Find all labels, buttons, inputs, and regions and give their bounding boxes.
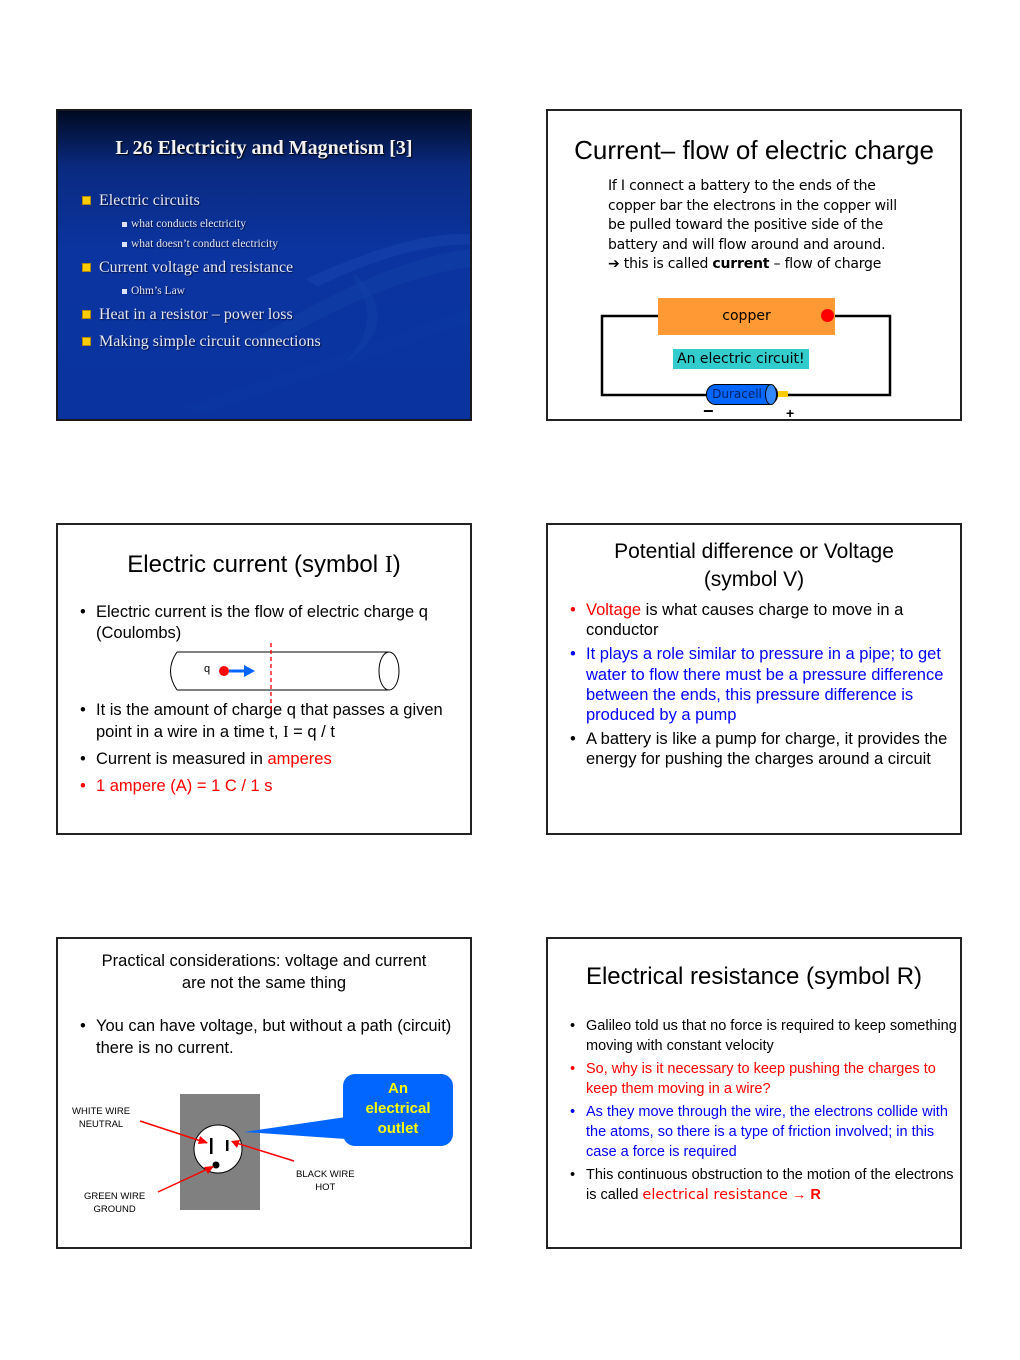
- outline-item: Heat in a resistor – power loss: [82, 301, 321, 328]
- slide-3-electric-current: Electric current (symbol I) Electric cur…: [56, 523, 472, 835]
- battery: Duracell: [706, 384, 778, 405]
- outline-subitem: what conducts electricity: [82, 214, 321, 234]
- outline-subitem-text: what conducts electricity: [131, 218, 246, 230]
- outline-item-text: Electric circuits: [99, 191, 200, 209]
- bullet-item: This continuous obstruction to the motio…: [564, 1165, 960, 1205]
- slide-title: L 26 Electricity and Magnetism [3]: [115, 137, 413, 159]
- bullet-item: A battery is like a pump for charge, it …: [564, 729, 960, 769]
- battery-terminal: [778, 391, 788, 397]
- title-line: (symbol V): [703, 568, 805, 591]
- outline-subitem-text: Ohm’s Law: [131, 285, 185, 297]
- square-bullet-icon: [82, 196, 91, 205]
- square-bullet-icon: [82, 263, 91, 272]
- battery-label: Duracell: [712, 387, 762, 401]
- outlet-callout: An electrical outlet: [343, 1074, 453, 1146]
- white-wire-label: WHITE WIRE NEUTRAL: [72, 1106, 131, 1130]
- outline-item: Electric circuits: [82, 187, 321, 214]
- outline-subitem: what doesn’t conduct electricity: [82, 234, 321, 254]
- bullet-item: As they move through the wire, the elect…: [564, 1102, 960, 1162]
- slide-2-current: Current– flow of electric charge If I co…: [546, 109, 962, 421]
- highlight-text: Voltage: [586, 601, 642, 619]
- callout-line: electrical: [365, 1100, 431, 1117]
- outline-item: Current voltage and resistance: [82, 254, 321, 281]
- slide-title: Electrical resistance (symbol R): [585, 963, 923, 990]
- battery-cap: [765, 384, 777, 405]
- bullet-item: Voltage is what causes charge to move in…: [564, 600, 960, 640]
- bullet-item: So, why is it necessary to keep pushing …: [564, 1059, 960, 1099]
- square-bullet-icon: [82, 310, 91, 319]
- square-bullet-icon: [82, 337, 91, 346]
- slide-title: Potential difference or Voltage (symbol …: [548, 538, 960, 594]
- outline-item-text: Current voltage and resistance: [99, 258, 294, 276]
- circuit-caption: An electric circuit!: [673, 349, 809, 369]
- green-wire-label: GREEN WIRE GROUND: [84, 1191, 146, 1215]
- hot-slot: [226, 1140, 229, 1151]
- square-bullet-icon: [122, 241, 127, 247]
- square-bullet-icon: [122, 221, 127, 227]
- electron-dot-icon: [821, 309, 834, 322]
- callout-line: An: [388, 1080, 408, 1097]
- slide-1-title-slide: L 26 Electricity and Magnetism [3] Elect…: [56, 109, 472, 421]
- pipe-end: [378, 651, 400, 691]
- copper-label: copper: [722, 308, 771, 324]
- outline-list: Electric circuits what conducts electric…: [82, 187, 321, 355]
- slide-4-voltage: Potential difference or Voltage (symbol …: [546, 523, 962, 835]
- charge-dot-icon: [219, 666, 229, 676]
- wire-pipe-diagram: [170, 643, 400, 713]
- bullet-item: Galileo told us that no force is require…: [564, 1016, 960, 1056]
- charge-arrowhead: [244, 665, 255, 677]
- negative-terminal-sign: −: [703, 401, 714, 421]
- bullet-list: Galileo told us that no force is require…: [564, 1016, 960, 1205]
- title-line: Potential difference or Voltage: [614, 540, 894, 563]
- highlight-text: electrical resistance: [642, 1187, 788, 1203]
- bullet-item: It plays a role similar to pressure in a…: [564, 644, 960, 725]
- copper-bar: copper: [658, 298, 835, 335]
- callout-line: outlet: [377, 1120, 419, 1137]
- outline-item-text: Heat in a resistor – power loss: [99, 305, 293, 323]
- outline-item-text: Making simple circuit connections: [99, 332, 321, 350]
- bullet-list: Voltage is what causes charge to move in…: [564, 600, 960, 770]
- square-bullet-icon: [122, 288, 127, 294]
- outline-item: Making simple circuit connections: [82, 328, 321, 355]
- positive-terminal-sign: +: [786, 405, 795, 421]
- right-arrow-icon: →: [787, 1187, 811, 1203]
- resistance-symbol: R: [810, 1187, 821, 1203]
- black-wire-label: BLACK WIRE HOT: [296, 1169, 355, 1193]
- slide-6-resistance: Electrical resistance (symbol R) Galileo…: [546, 937, 962, 1249]
- charge-label: q: [204, 663, 211, 675]
- outline-subitem: Ohm’s Law: [82, 281, 321, 301]
- circuit-wire-diagram: [600, 314, 892, 397]
- slide-5-practical-considerations: Practical considerations: voltage and cu…: [56, 937, 472, 1249]
- ground-hole: [212, 1161, 220, 1169]
- outline-subitem-text: what doesn’t conduct electricity: [131, 238, 279, 250]
- neutral-slot: [210, 1138, 213, 1154]
